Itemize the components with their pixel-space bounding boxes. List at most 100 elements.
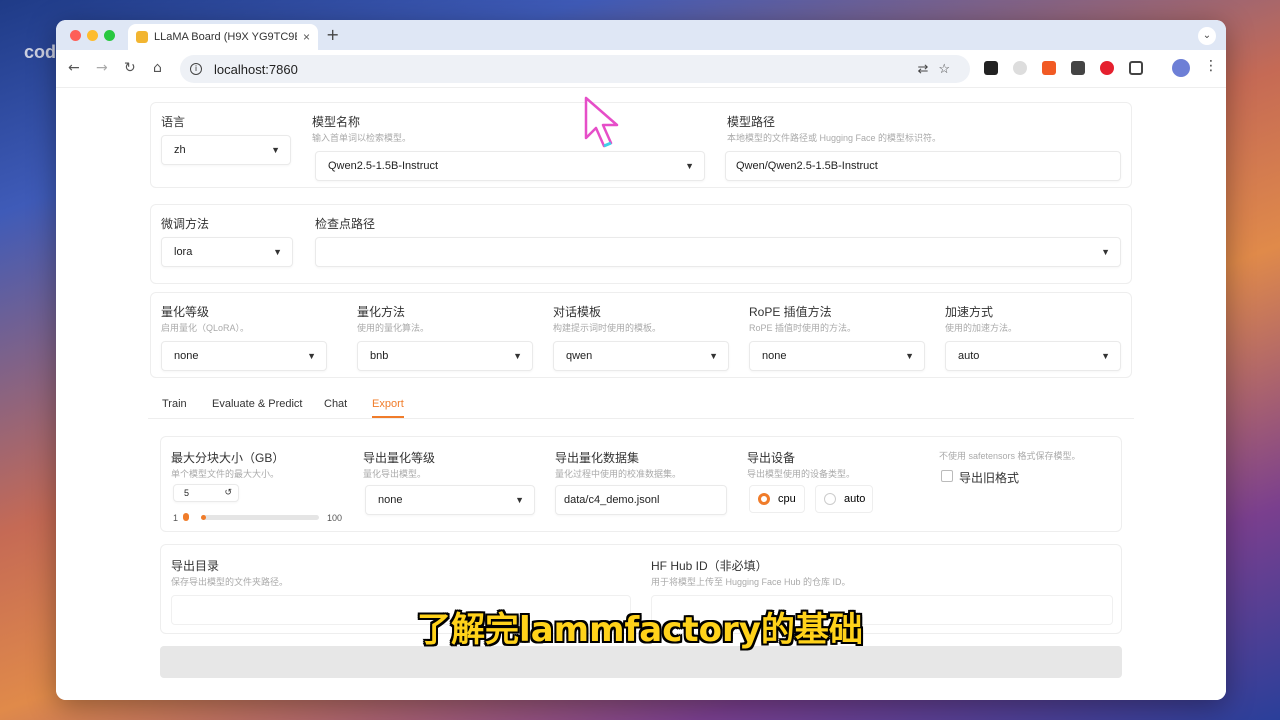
- template-select[interactable]: qwen ▼: [553, 341, 729, 371]
- device-hint: 导出模型使用的设备类型。: [747, 469, 856, 479]
- quant-method-select[interactable]: bnb ▼: [357, 341, 533, 371]
- puzzle-icon[interactable]: [1129, 61, 1143, 75]
- path-hint: 本地模型的文件路径或 Hugging Face 的模型标识符。: [727, 133, 942, 143]
- booster-value: auto: [958, 350, 980, 362]
- model-select[interactable]: Qwen2.5-1.5B-Instruct ▼: [315, 151, 705, 181]
- quant-export-value: none: [378, 494, 403, 506]
- chevron-down-icon: ▼: [307, 351, 316, 361]
- new-tab-icon[interactable]: +: [326, 25, 339, 44]
- method-label: 微调方法: [161, 217, 210, 231]
- tab-chat[interactable]: Chat: [324, 398, 347, 410]
- chevron-down-icon: ▼: [1101, 247, 1110, 257]
- extension-icon-2[interactable]: [1013, 61, 1027, 75]
- quant-method-value: bnb: [370, 350, 389, 362]
- close-tab-icon[interactable]: ×: [303, 30, 310, 44]
- method-select[interactable]: lora ▼: [161, 237, 293, 267]
- radio-empty-icon: [824, 493, 836, 505]
- extension-icon-5[interactable]: [1100, 61, 1114, 75]
- profile-avatar[interactable]: [1172, 59, 1190, 77]
- size-slider-track[interactable]: [201, 515, 319, 520]
- device-label: 导出设备: [747, 451, 796, 465]
- path-label: 模型路径: [727, 115, 776, 129]
- llama-favicon-icon: [136, 31, 148, 43]
- model-label: 模型名称: [312, 115, 361, 129]
- size-number-input[interactable]: 5 ↺: [173, 484, 239, 502]
- rope-select[interactable]: none ▼: [749, 341, 925, 371]
- minimize-dot[interactable]: [87, 30, 98, 41]
- tab-search-icon[interactable]: ⌄: [1198, 27, 1216, 45]
- quant-method-label: 量化方法: [357, 305, 406, 319]
- quant-bit-label: 量化等级: [161, 305, 210, 319]
- tab-bar: LLaMA Board (H9X YG9TC9E × + ⌄: [56, 20, 1226, 50]
- template-hint: 构建提示词时使用的模板。: [553, 323, 662, 333]
- chevron-down-icon: ▼: [685, 161, 694, 171]
- booster-select[interactable]: auto ▼: [945, 341, 1121, 371]
- lang-select[interactable]: zh ▼: [161, 135, 291, 165]
- tab-evaluate[interactable]: Evaluate & Predict: [212, 398, 303, 410]
- legacy-checkbox[interactable]: [941, 470, 953, 482]
- mode-tabs: Train Evaluate & Predict Chat Export: [148, 393, 1134, 419]
- size-slider-fill: [201, 515, 206, 520]
- site-info-icon[interactable]: i: [190, 63, 202, 75]
- tab-export[interactable]: Export: [372, 398, 404, 418]
- booster-label: 加速方式: [945, 305, 994, 319]
- quant-export-hint: 量化导出模型。: [363, 469, 427, 479]
- url-field[interactable]: i localhost:7860 ⇄☆: [180, 55, 970, 83]
- rope-value: none: [762, 350, 787, 362]
- size-value: 5: [184, 488, 190, 498]
- translate-star-icons[interactable]: ⇄☆: [917, 61, 960, 77]
- forward-icon[interactable]: →: [96, 60, 108, 76]
- video-subtitle: 了解完lammfactory的基础: [417, 610, 863, 650]
- rope-label: RoPE 插值方法: [749, 305, 832, 319]
- ckpt-label: 检查点路径: [315, 217, 376, 231]
- chevron-down-icon: ▼: [709, 351, 718, 361]
- template-label: 对话模板: [553, 305, 602, 319]
- dir-hint: 保存导出模型的文件夹路径。: [171, 577, 289, 587]
- size-slider-handle[interactable]: [183, 513, 189, 521]
- legacy-hint: 不使用 safetensors 格式保存模型。: [939, 451, 1081, 461]
- template-value: qwen: [566, 350, 593, 362]
- home-icon[interactable]: ⌂: [153, 60, 162, 76]
- dataset-label: 导出量化数据集: [555, 451, 640, 465]
- device-cpu-radio[interactable]: cpu: [749, 485, 805, 513]
- quant-bit-select[interactable]: none ▼: [161, 341, 327, 371]
- model-row-card: 语言 zh ▼ 模型名称 输入首单词以检索模型。 Qwen2.5-1.5B-Ins…: [150, 102, 1132, 188]
- dataset-value: data/c4_demo.jsonl: [564, 494, 660, 506]
- maximize-dot[interactable]: [104, 30, 115, 41]
- radio-selected-icon: [758, 493, 770, 505]
- method-row-card: 微调方法 lora ▼ 检查点路径 ▼: [150, 204, 1132, 284]
- extension-icon-1[interactable]: [984, 61, 998, 75]
- tab-train[interactable]: Train: [162, 398, 187, 410]
- booster-hint: 使用的加速方法。: [945, 323, 1018, 333]
- extension-icon-4[interactable]: [1071, 61, 1085, 75]
- url-text: localhost:7860: [214, 61, 298, 77]
- tab-title: LLaMA Board (H9X YG9TC9E: [154, 31, 297, 43]
- extension-icon-3[interactable]: [1042, 61, 1056, 75]
- chevron-down-icon: ▼: [513, 351, 522, 361]
- device-auto-radio[interactable]: auto: [815, 485, 873, 513]
- dataset-hint: 量化过程中使用的校准数据集。: [555, 469, 682, 479]
- mouse-cursor-icon: [584, 96, 619, 148]
- device-cpu-label: cpu: [778, 493, 796, 505]
- path-input[interactable]: Qwen/Qwen2.5-1.5B-Instruct: [725, 151, 1121, 181]
- back-icon[interactable]: ←: [68, 60, 80, 76]
- lang-value: zh: [174, 144, 186, 156]
- slider-min: 1: [173, 513, 179, 523]
- reset-icon[interactable]: ↺: [224, 487, 232, 498]
- legacy-label: 导出旧格式: [959, 471, 1020, 485]
- browser-tab[interactable]: LLaMA Board (H9X YG9TC9E ×: [128, 24, 318, 50]
- method-value: lora: [174, 246, 193, 258]
- lang-label: 语言: [161, 115, 186, 129]
- menu-kebab-icon[interactable]: ⋮: [1204, 58, 1218, 74]
- close-dot[interactable]: [70, 30, 81, 41]
- size-hint: 单个模型文件的最大大小。: [171, 469, 280, 479]
- chevron-down-icon: ▼: [271, 145, 280, 155]
- reload-icon[interactable]: ↻: [124, 60, 136, 76]
- quant-export-select[interactable]: none ▼: [365, 485, 535, 515]
- dataset-input[interactable]: data/c4_demo.jsonl: [555, 485, 727, 515]
- device-auto-label: auto: [844, 493, 866, 505]
- ckpt-select[interactable]: ▼: [315, 237, 1121, 267]
- chevron-down-icon: ▼: [515, 495, 524, 505]
- chevron-down-icon: ▼: [905, 351, 914, 361]
- chevron-down-icon: ▼: [1101, 351, 1110, 361]
